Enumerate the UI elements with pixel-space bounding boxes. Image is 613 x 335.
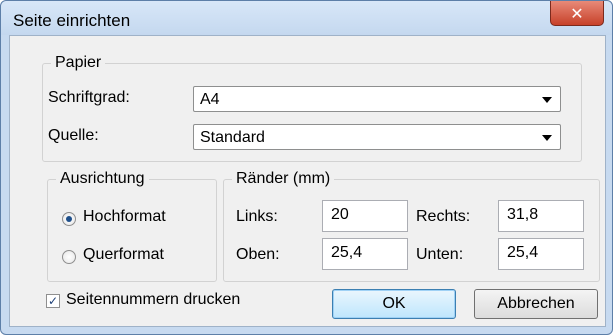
margin-top-field[interactable]: 25,4	[322, 238, 408, 270]
margin-right-field[interactable]: 31,8	[498, 200, 584, 232]
margin-right-value: 31,8	[507, 206, 539, 223]
portrait-radio[interactable]	[62, 212, 76, 226]
margin-left-field[interactable]: 20	[322, 200, 408, 232]
paper-group-legend: Papier	[55, 54, 102, 71]
landscape-radio[interactable]	[62, 250, 76, 264]
portrait-label[interactable]: Hochformat	[83, 208, 166, 226]
chevron-down-icon	[542, 97, 552, 103]
paper-source-label: Quelle:	[48, 127, 99, 144]
margin-right-label: Rechts:	[416, 208, 471, 225]
margin-left-value: 20	[331, 206, 349, 223]
cancel-button[interactable]: Abbrechen	[474, 289, 598, 319]
dialog-body: Papier Schriftgrad: A4 Quelle: Standard …	[9, 35, 606, 327]
margins-group-legend: Ränder (mm)	[236, 170, 331, 187]
page-numbers-checkbox[interactable]: ✓	[46, 294, 60, 308]
landscape-label[interactable]: Querformat	[83, 246, 164, 264]
paper-size-label: Schriftgrad:	[48, 89, 130, 106]
margin-bottom-field[interactable]: 25,4	[498, 238, 584, 270]
page-setup-dialog: Seite einrichten ✕ Papier Schriftgrad: A…	[0, 0, 613, 335]
title-bar: Seite einrichten ✕	[1, 1, 612, 35]
paper-source-value: Standard	[200, 129, 265, 146]
ok-button[interactable]: OK	[332, 289, 456, 319]
paper-source-select[interactable]: Standard	[193, 124, 561, 150]
window-title: Seite einrichten	[13, 11, 131, 30]
page-numbers-label[interactable]: Seitennummern drucken	[66, 291, 240, 309]
orientation-group-legend: Ausrichtung	[60, 170, 145, 187]
margin-bottom-label: Unten:	[416, 246, 464, 263]
orientation-group: Ausrichtung	[47, 170, 217, 282]
margin-top-label: Oben:	[236, 246, 280, 263]
paper-size-value: A4	[200, 91, 220, 108]
paper-size-select[interactable]: A4	[193, 86, 561, 112]
close-icon: ✕	[570, 3, 584, 23]
margin-bottom-value: 25,4	[507, 244, 539, 261]
margin-left-label: Links:	[236, 208, 278, 225]
chevron-down-icon	[542, 135, 552, 141]
close-button[interactable]: ✕	[550, 1, 604, 26]
margin-top-value: 25,4	[331, 244, 363, 261]
checkmark-icon: ✓	[47, 294, 59, 308]
